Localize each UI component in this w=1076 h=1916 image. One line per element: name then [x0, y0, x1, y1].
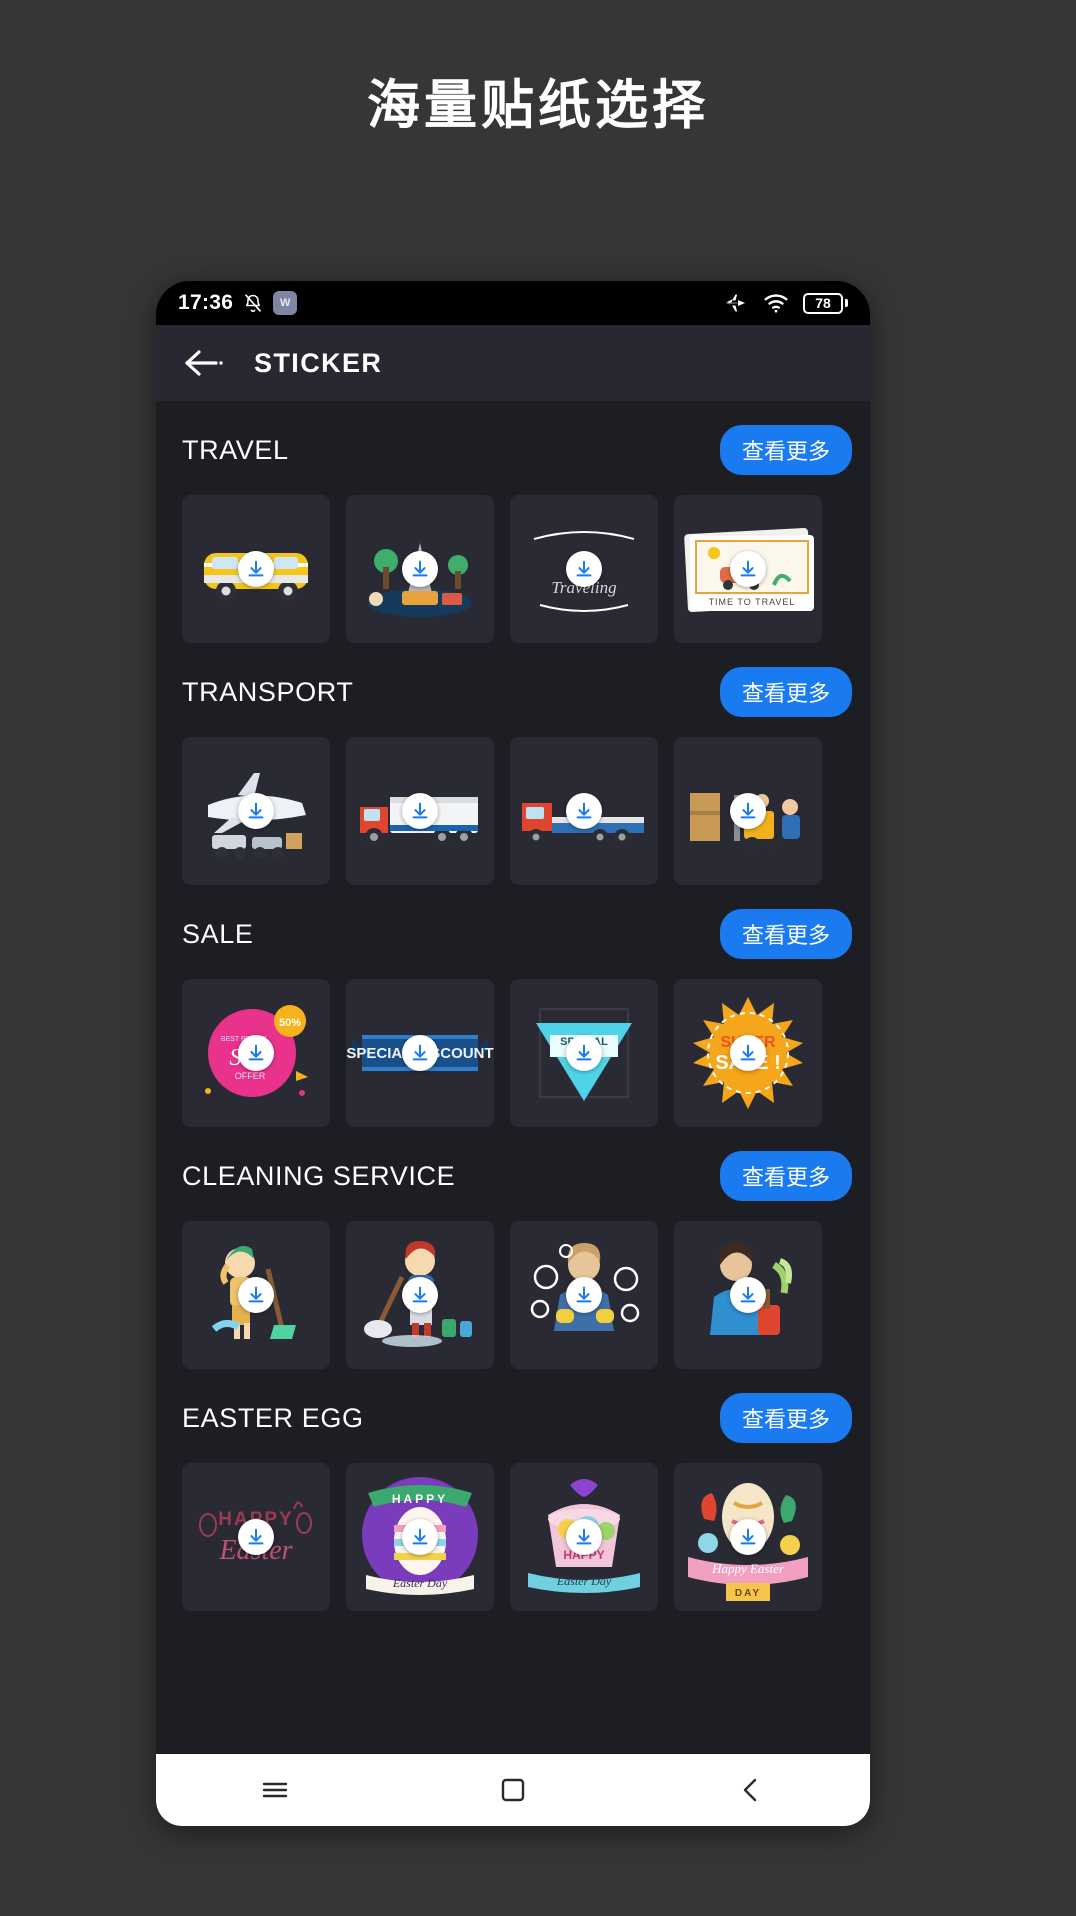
- cleaner-with-broom-sticker[interactable]: [182, 1221, 330, 1369]
- download-icon[interactable]: [402, 1035, 438, 1071]
- sticker-row-easter-egg[interactable]: HAPPY Easter Day HAPPY Easter Day Happy …: [156, 1463, 870, 1611]
- easter-egg-purple-sticker[interactable]: HAPPY Easter Day: [346, 1463, 494, 1611]
- time-to-travel-postcard-sticker[interactable]: TIME TO TRAVEL: [674, 495, 822, 643]
- download-icon[interactable]: [730, 1519, 766, 1555]
- happy-easter-day-banner-sticker[interactable]: Happy Easter DAY: [674, 1463, 822, 1611]
- section-header-travel: TRAVEL 查看更多: [156, 401, 870, 495]
- battery-level-label: 78: [815, 295, 831, 311]
- svg-text:Easter Day: Easter Day: [392, 1576, 448, 1590]
- status-bar: 17:36 W 78: [156, 281, 870, 325]
- easter-basket-sticker[interactable]: HAPPY Easter Day: [510, 1463, 658, 1611]
- download-icon[interactable]: [238, 1035, 274, 1071]
- svg-text:DAY: DAY: [735, 1588, 761, 1599]
- download-icon[interactable]: [566, 551, 602, 587]
- cleaning-woman-bubbles-photo-sticker[interactable]: [510, 1221, 658, 1369]
- download-icon[interactable]: [238, 793, 274, 829]
- forklift-warehouse-sticker[interactable]: [674, 737, 822, 885]
- section-title: EASTER EGG: [182, 1402, 364, 1433]
- download-icon[interactable]: [238, 551, 274, 587]
- semi-truck-sticker[interactable]: [346, 737, 494, 885]
- airplane-cargo-sticker[interactable]: [182, 737, 330, 885]
- bell-off-icon: [243, 292, 263, 314]
- see-more-button-sale[interactable]: 查看更多: [719, 909, 852, 959]
- see-more-button-cleaning-service[interactable]: 查看更多: [719, 1151, 852, 1201]
- back-chevron-icon[interactable]: [716, 1765, 786, 1815]
- download-icon[interactable]: [402, 793, 438, 829]
- download-icon[interactable]: [402, 1277, 438, 1313]
- travel-landmarks-sticker[interactable]: [346, 495, 494, 643]
- section-title: CLEANING SERVICE: [182, 1160, 456, 1191]
- download-icon[interactable]: [730, 793, 766, 829]
- download-icon[interactable]: [730, 551, 766, 587]
- download-icon[interactable]: [402, 1519, 438, 1555]
- wifi-icon: [763, 292, 789, 314]
- download-icon[interactable]: [566, 1519, 602, 1555]
- download-icon[interactable]: [402, 551, 438, 587]
- see-more-button-travel[interactable]: 查看更多: [719, 425, 852, 475]
- see-more-button-transport[interactable]: 查看更多: [719, 667, 852, 717]
- battery-indicator: 78: [803, 292, 848, 314]
- status-time: 17:36: [178, 291, 234, 314]
- svg-text:50%: 50%: [279, 1017, 301, 1029]
- promo-page: 海量贴纸选择 17:36 W 78 STICKER TRAVEL 查看更多 Tr…: [0, 0, 1076, 1916]
- download-icon[interactable]: [566, 1277, 602, 1313]
- sticker-row-sale[interactable]: 50% BEST PRICES Sale OFFER: [156, 979, 870, 1127]
- pink-sale-badge-sticker[interactable]: 50% BEST PRICES Sale OFFER: [182, 979, 330, 1127]
- download-icon[interactable]: [730, 1035, 766, 1071]
- special-offer-triangle-sticker[interactable]: SPECIAL OFFER: [510, 979, 658, 1127]
- cleaner-with-duster-photo-sticker[interactable]: [674, 1221, 822, 1369]
- page-title: STICKER: [254, 347, 383, 378]
- svg-text:HAPPY: HAPPY: [392, 1492, 448, 1506]
- never-stop-traveling-lettering-sticker[interactable]: NEVER Traveling: [510, 495, 658, 643]
- svg-text:Happy Easter: Happy Easter: [711, 1561, 785, 1576]
- section-header-sale: SALE 查看更多: [156, 885, 870, 979]
- sticker-row-transport[interactable]: [156, 737, 870, 885]
- section-header-cleaning-service: CLEANING SERVICE 查看更多: [156, 1127, 870, 1221]
- cleaner-with-mop-sticker[interactable]: [346, 1221, 494, 1369]
- sticker-sections-scroll[interactable]: TRAVEL 查看更多 Traveling TIME TO TRAVEL TRA…: [156, 401, 870, 1611]
- happy-easter-lettering-sticker[interactable]: HAPPY Easter: [182, 1463, 330, 1611]
- svg-text:OFFER: OFFER: [235, 1071, 266, 1081]
- download-icon[interactable]: [238, 1519, 274, 1555]
- download-icon[interactable]: [238, 1277, 274, 1313]
- section-header-easter-egg: EASTER EGG 查看更多: [156, 1369, 870, 1463]
- home-square-icon[interactable]: [478, 1765, 548, 1815]
- airplane-mode-icon: [723, 291, 749, 315]
- back-arrow-icon[interactable]: [182, 346, 228, 380]
- see-more-button-easter-egg[interactable]: 查看更多: [719, 1393, 852, 1443]
- app-screen: STICKER TRAVEL 查看更多 Traveling TIME TO TR…: [156, 325, 870, 1754]
- sticker-row-travel[interactable]: NEVER Traveling: [156, 495, 870, 643]
- section-title: TRANSPORT: [182, 676, 354, 707]
- section-title: TRAVEL: [182, 434, 289, 465]
- svg-text:Easter Day: Easter Day: [556, 1574, 612, 1588]
- download-icon[interactable]: [566, 793, 602, 829]
- super-sale-starburst-sticker[interactable]: SUPER SALE !: [674, 979, 822, 1127]
- app-badge-label: W: [280, 297, 291, 309]
- promo-title: 海量贴纸选择: [367, 76, 709, 135]
- yellow-camper-van-sticker[interactable]: [182, 495, 330, 643]
- phone-mockup: 17:36 W 78 STICKER TRAVEL 查看更多 Traveling…: [156, 281, 870, 1826]
- sticker-row-cleaning-service[interactable]: [156, 1221, 870, 1369]
- menu-icon[interactable]: [240, 1765, 310, 1815]
- section-header-transport: TRANSPORT 查看更多: [156, 643, 870, 737]
- download-icon[interactable]: [566, 1035, 602, 1071]
- flatbed-trailer-sticker[interactable]: [510, 737, 658, 885]
- app-notification-badge-icon: W: [273, 291, 298, 315]
- system-navigation-bar: [156, 1754, 870, 1826]
- download-icon[interactable]: [730, 1277, 766, 1313]
- section-title: SALE: [182, 918, 254, 949]
- svg-text:TIME TO TRAVEL: TIME TO TRAVEL: [709, 597, 796, 607]
- special-discount-banner-sticker[interactable]: SPECIAL DISCOUNT: [346, 979, 494, 1127]
- app-bar: STICKER: [156, 325, 870, 401]
